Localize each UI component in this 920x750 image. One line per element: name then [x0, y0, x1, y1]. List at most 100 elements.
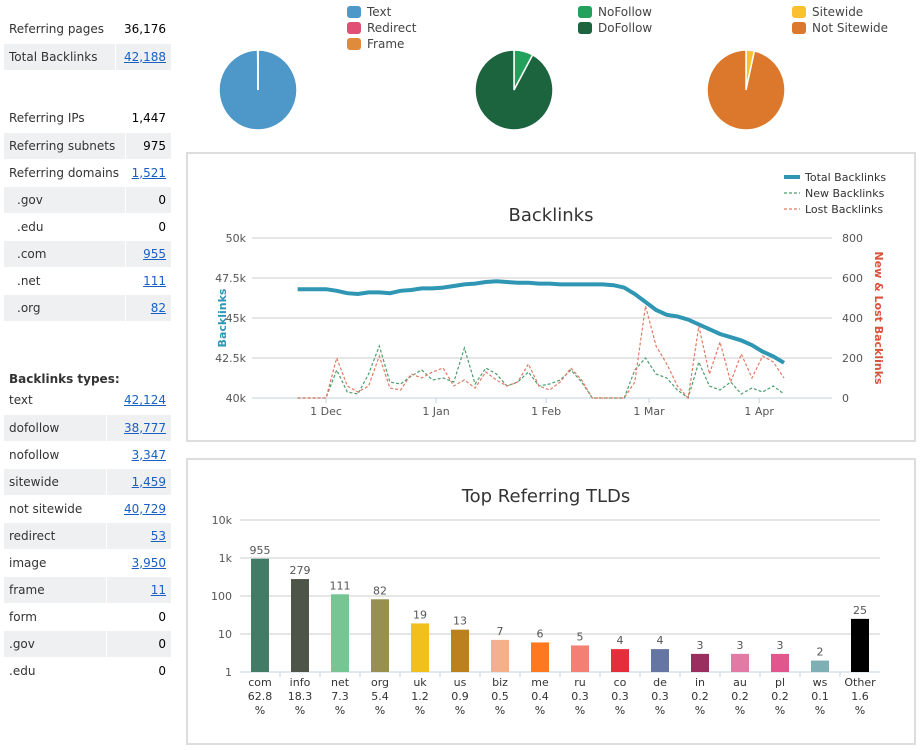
row-value-link[interactable]: 42,124: [124, 393, 166, 407]
row-value-link[interactable]: 40,729: [124, 502, 166, 516]
row-value[interactable]: 1,459: [106, 468, 171, 496]
row-value[interactable]: 42,188: [115, 43, 171, 71]
legend-label: DoFollow: [598, 21, 653, 35]
data-label: 111: [330, 579, 351, 592]
data-label: 5: [577, 630, 584, 643]
x-tick-label: com: [248, 676, 272, 689]
row-value-link[interactable]: 82: [151, 301, 166, 315]
row-label: frame: [4, 576, 107, 604]
row-label: .net: [4, 267, 126, 295]
row-label: Referring IPs: [4, 105, 126, 133]
x-percent-label: 18.3: [288, 690, 313, 703]
x-tick-label: pl: [775, 676, 785, 689]
row-value-link[interactable]: 53: [151, 529, 166, 543]
x-percent-label: 5.4: [371, 690, 389, 703]
legend-item[interactable]: Sitewide: [792, 4, 888, 20]
row-value[interactable]: 82: [125, 294, 171, 322]
x-tick-label: uk: [413, 676, 427, 689]
pie-chart: [706, 49, 786, 131]
bar-me: [531, 642, 549, 672]
legend-swatch: [347, 6, 361, 18]
backlinks-chart-panel: Backlinks 40k 0 42.5k 200 45k 400 47.5k 600 50k 80…: [186, 152, 916, 442]
y-tick-label: 40k: [226, 392, 247, 405]
legend-item[interactable]: Redirect: [347, 20, 417, 36]
chart-title: Top Referring TLDs: [461, 486, 631, 507]
legend-item[interactable]: Text: [347, 4, 417, 20]
row-label: Referring subnets: [4, 132, 126, 160]
table-row: Referring IPs 1,447: [4, 105, 171, 133]
y-tick-label: 47.5k: [215, 272, 246, 285]
bar-de: [651, 649, 669, 672]
x-tick-label: in: [695, 676, 705, 689]
table-row: dofollow 38,777: [4, 414, 171, 442]
bar-uk: [411, 623, 429, 672]
legend-item[interactable]: Frame: [347, 36, 417, 52]
row-value: 1,447: [125, 105, 171, 133]
y2-tick-label: 600: [842, 272, 863, 285]
legend-label: Total Backlinks: [804, 171, 886, 184]
legend-item[interactable]: DoFollow: [578, 20, 652, 36]
x-percent-label: 7.3: [331, 690, 349, 703]
legend-item[interactable]: Not Sitewide: [792, 20, 888, 36]
row-value-link[interactable]: 38,777: [124, 421, 166, 435]
data-label: 279: [290, 564, 311, 577]
x-percent-label: 1.2: [411, 690, 429, 703]
row-value-link[interactable]: 1,459: [132, 475, 166, 489]
pie-slice: [706, 49, 786, 131]
data-label: 4: [617, 634, 624, 647]
x-tick-label: net: [331, 676, 350, 689]
x-percent-sign: %: [615, 704, 625, 717]
row-value[interactable]: 11: [106, 576, 171, 604]
row-value[interactable]: 111: [125, 267, 171, 295]
legend-label: Text: [367, 5, 392, 19]
row-value-link[interactable]: 42,188: [124, 50, 166, 64]
chart-title: Backlinks: [509, 205, 594, 226]
row-label: form: [4, 603, 107, 631]
row-value[interactable]: 1,521: [125, 159, 171, 187]
row-value[interactable]: 53: [106, 522, 171, 550]
x-tick-label: 1 Mar: [633, 405, 665, 418]
data-label: 82: [373, 584, 387, 597]
row-value[interactable]: 42,124: [106, 387, 171, 415]
legend-label: NoFollow: [598, 5, 652, 19]
row-value[interactable]: 955: [125, 240, 171, 268]
row-value-link[interactable]: 3,950: [132, 556, 166, 570]
legend-item[interactable]: NoFollow: [578, 4, 652, 20]
x-tick-label: au: [733, 676, 747, 689]
x-percent-label: 0.4: [531, 690, 549, 703]
row-label: .gov: [4, 186, 126, 214]
row-label: sitewide: [4, 468, 107, 496]
row-value-link[interactable]: 111: [143, 274, 166, 288]
row-value-link[interactable]: 3,347: [132, 448, 166, 462]
row-value: 36,176: [115, 16, 171, 44]
row-value[interactable]: 3,347: [106, 441, 171, 469]
row-value-link[interactable]: 955: [143, 247, 166, 261]
series-line-lost-backlinks: [297, 305, 785, 400]
row-value[interactable]: 38,777: [106, 414, 171, 442]
data-label: 3: [777, 639, 784, 652]
y-tick-label: 1k: [219, 552, 233, 565]
y2-tick-label: 0: [842, 392, 849, 405]
x-percent-sign: %: [295, 704, 305, 717]
row-label: not sitewide: [4, 495, 107, 523]
row-value[interactable]: 3,950: [106, 549, 171, 577]
row-value[interactable]: 40,729: [106, 495, 171, 523]
table-row: Referring subnets 975: [4, 132, 171, 160]
table-row: sitewide 1,459: [4, 468, 171, 496]
row-value-link[interactable]: 11: [151, 583, 166, 597]
x-percent-sign: %: [455, 704, 465, 717]
x-tick-label: 1 Jan: [422, 405, 449, 418]
row-value-link[interactable]: 1,521: [132, 166, 166, 180]
legend-label: Sitewide: [812, 5, 864, 19]
pie-legend: Sitewide Not Sitewide: [792, 4, 888, 36]
row-value: 975: [125, 132, 171, 160]
backlinks-chart: Backlinks40k 042.5k 20045k 40047.5k 60050k 80…: [215, 171, 886, 418]
legend-swatch: [578, 22, 592, 34]
data-label: 6: [537, 627, 544, 640]
bar-ru: [571, 645, 589, 672]
pie-slice: [474, 49, 554, 131]
x-tick-label: biz: [492, 676, 508, 689]
bar-org: [371, 599, 389, 672]
bar-ws: [811, 660, 829, 672]
bar-pl: [771, 653, 789, 672]
